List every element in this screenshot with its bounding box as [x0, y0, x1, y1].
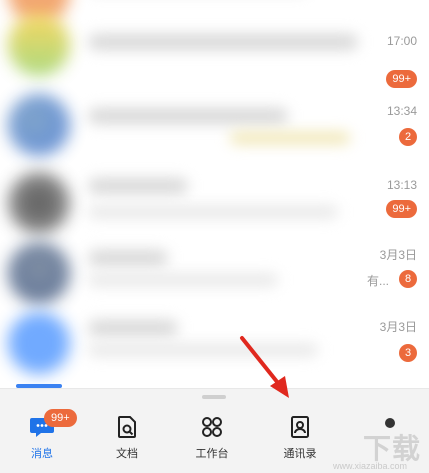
unread-badge: 2	[399, 128, 417, 146]
list-item[interactable]: 3月3日 有... 8	[0, 240, 429, 310]
blurred-snippet	[88, 206, 338, 218]
avatar	[8, 312, 70, 374]
blurred-snippet	[88, 344, 318, 356]
messages-unread-badge: 99+	[44, 409, 77, 427]
list-item[interactable]: 13:34 2	[0, 90, 429, 160]
conversation-time: 17:00	[386, 34, 417, 48]
tab-workbench[interactable]: 工作台	[182, 415, 242, 461]
avatar	[8, 14, 70, 76]
tab-label: 工作台	[195, 448, 229, 460]
tab-contacts[interactable]: 通讯录	[270, 415, 330, 461]
unread-badge: 8	[399, 270, 417, 288]
contacts-icon	[291, 416, 309, 438]
blurred-title	[88, 34, 358, 50]
list-item[interactable]: 3月3日 3	[0, 310, 429, 380]
conversation-time: 13:13	[386, 178, 417, 192]
unread-badge: 99+	[386, 200, 417, 218]
list-item[interactable]: 13:13 99+	[0, 168, 429, 238]
blurred-title	[88, 108, 288, 124]
bottom-tab-bar: 消息 99+ 文档 工作台 通讯录 下载 www.xiazaiba.com	[0, 388, 429, 473]
conversation-time: 3月3日	[379, 248, 417, 262]
unread-badge: 99+	[386, 70, 417, 88]
conversation-time: 13:34	[386, 104, 417, 118]
avatar	[8, 172, 70, 234]
conversation-list: 17:00 99+ 13:34 2 13:13 99+ 3月3日 有... 8 …	[0, 0, 429, 388]
document-icon	[118, 416, 136, 438]
list-item[interactable]: 17:00 99+	[0, 12, 429, 88]
tab-documents[interactable]: 文档	[97, 415, 157, 461]
blurred-snippet	[230, 132, 350, 144]
tab-label: 消息	[31, 448, 53, 460]
blurred-title	[88, 250, 168, 266]
blurred-title	[88, 320, 178, 336]
blurred-title	[88, 178, 188, 194]
tab-label: 文档	[116, 448, 138, 460]
drag-handle[interactable]	[202, 395, 226, 399]
blurred-snippet	[88, 274, 278, 286]
tab-label: 通讯录	[283, 448, 317, 460]
message-snippet-tail: 有...	[366, 274, 389, 288]
unread-badge: 3	[399, 344, 417, 362]
avatar	[8, 242, 70, 304]
avatar	[8, 94, 70, 156]
watermark-url: www.xiazaiba.com	[332, 461, 407, 471]
conversation-time: 3月3日	[379, 320, 417, 334]
workbench-icon	[202, 417, 222, 437]
